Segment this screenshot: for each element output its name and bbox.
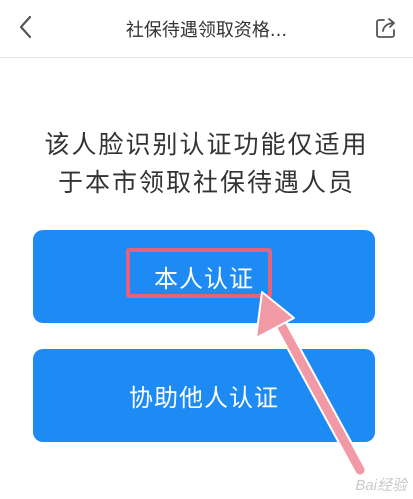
back-button[interactable] [10, 12, 40, 42]
notice-text: 该人脸识别认证功能仅适用 于本市领取社保待遇人员 [0, 126, 413, 202]
share-button[interactable] [373, 15, 399, 41]
header-bar: 社保待遇领取资格... [0, 0, 413, 58]
notice-line-1: 该人脸识别认证功能仅适用 [44, 130, 369, 159]
watermark-logo: Bai经验 [355, 477, 407, 494]
back-chevron-icon [19, 15, 32, 39]
assist-others-verify-button[interactable]: 协助他人认证 [33, 349, 375, 442]
self-verify-button[interactable]: 本人认证 [33, 230, 375, 323]
share-icon [376, 18, 395, 38]
assist-others-verify-label: 协助他人认证 [129, 384, 279, 412]
notice-line-2: 于本市领取社保待遇人员 [57, 168, 355, 197]
page-title: 社保待遇领取资格... [125, 20, 288, 41]
self-verify-label: 本人认证 [154, 265, 254, 293]
